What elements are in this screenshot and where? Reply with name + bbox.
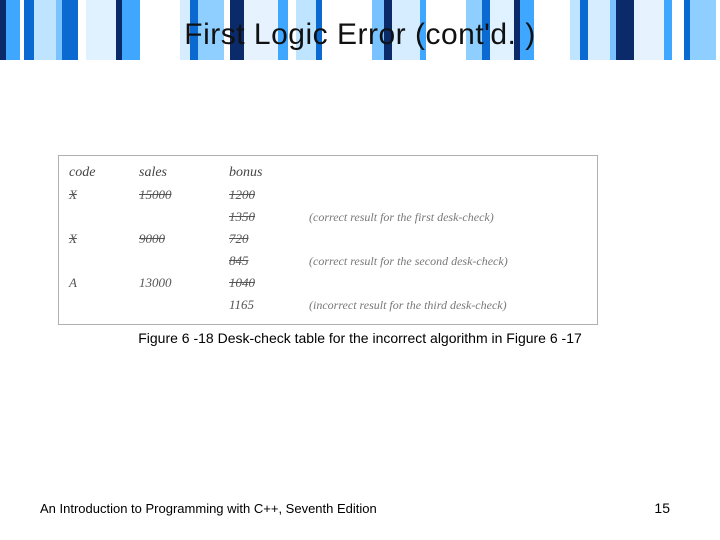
cell-note: (correct result for the first desk-check…	[309, 210, 587, 225]
cell-bonus: 1200	[229, 187, 309, 203]
cell-bonus: 720	[229, 231, 309, 247]
table-row: 845 (correct result for the second desk-…	[69, 250, 587, 272]
cell-code: X	[69, 187, 139, 203]
cell-code: X	[69, 231, 139, 247]
slide-banner: First Logic Error (cont'd. )	[0, 0, 720, 70]
header-code: code	[69, 165, 139, 181]
table-row: X 9000 720	[69, 228, 587, 250]
cell-bonus: 845	[229, 253, 309, 269]
cell-bonus: 1350	[229, 209, 309, 225]
footer-source: An Introduction to Programming with C++,…	[40, 501, 377, 516]
table-row: 1350 (correct result for the first desk-…	[69, 206, 587, 228]
slide-title: First Logic Error (cont'd. )	[0, 18, 720, 52]
table-header-row: code sales bonus	[69, 162, 587, 184]
cell-code: A	[69, 275, 139, 291]
cell-sales: 13000	[139, 275, 229, 291]
cell-bonus: 1040	[229, 275, 309, 291]
cell-bonus: 1165	[229, 297, 309, 313]
table-row: X 15000 1200	[69, 184, 587, 206]
table-row: 1165 (incorrect result for the third des…	[69, 294, 587, 316]
header-sales: sales	[139, 165, 229, 181]
content-area: code sales bonus X 15000 1200 1350 (corr…	[58, 155, 658, 325]
cell-note: (correct result for the second desk-chec…	[309, 254, 587, 269]
figure-caption: Figure 6 -18 Desk-check table for the in…	[0, 330, 720, 346]
table-row: A 13000 1040	[69, 272, 587, 294]
desk-check-table: code sales bonus X 15000 1200 1350 (corr…	[58, 155, 598, 325]
cell-sales: 15000	[139, 187, 229, 203]
cell-note: (incorrect result for the third desk-che…	[309, 298, 587, 313]
cell-sales: 9000	[139, 231, 229, 247]
header-bonus: bonus	[229, 165, 309, 181]
page-number: 15	[654, 500, 670, 516]
